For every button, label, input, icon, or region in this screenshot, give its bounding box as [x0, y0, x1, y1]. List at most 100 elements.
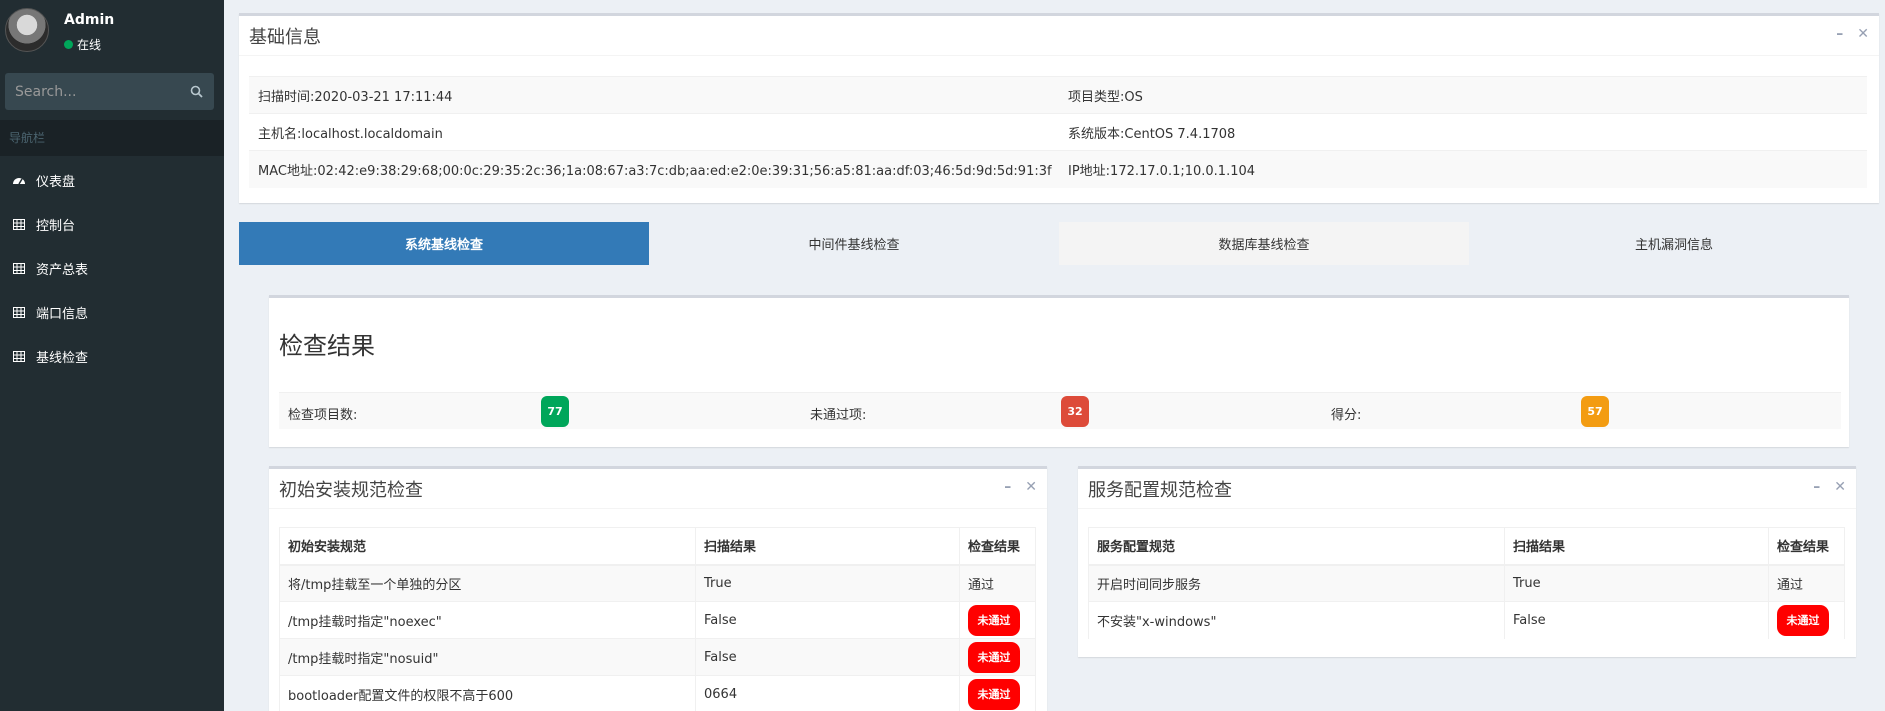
sidebar-item-baseline[interactable]: 基线检查 [0, 334, 224, 378]
column-header: 服务配置规范 [1088, 527, 1505, 566]
basic-info-box: 基础信息 – ✕ 扫描时间:2020-03-21 17:11:44 项目类型:O… [239, 13, 1879, 203]
fail-badge: 未通过 [968, 678, 1020, 710]
user-status: 在线 [64, 36, 101, 53]
column-header: 初始安装规范 [279, 527, 696, 566]
column-header: 检查结果 [1768, 527, 1845, 566]
close-icon[interactable]: ✕ [1857, 26, 1869, 42]
sidebar-item-assets[interactable]: 资产总表 [0, 246, 224, 290]
scan-result: True [1504, 564, 1769, 602]
box-tools: – ✕ [1836, 26, 1869, 42]
fail-badge: 未通过 [968, 604, 1020, 636]
basic-info-header: 基础信息 – ✕ [239, 16, 1879, 56]
nav-header: 导航栏 [0, 120, 224, 156]
scan-result: True [695, 564, 960, 602]
table-header-row: 服务配置规范 扫描结果 检查结果 [1088, 527, 1845, 566]
check-item: 将/tmp挂载至一个单独的分区 [279, 564, 696, 602]
install-check-table: 初始安装规范 扫描结果 检查结果 将/tmp挂载至一个单独的分区 True 通过… [279, 527, 1036, 711]
sidebar-item-label: 仪表盘 [36, 174, 76, 190]
sidebar-item-label: 控制台 [36, 218, 76, 234]
tab-database-baseline[interactable]: 数据库基线检查 [1059, 222, 1469, 265]
scan-result: False [695, 638, 960, 676]
avatar[interactable] [5, 8, 49, 52]
table-row: bootloader配置文件的权限不高于600 0664 未通过 [279, 675, 1036, 711]
check-status-pass: 通过 [959, 564, 1036, 602]
table-row: 不安装"x-windows" False 未通过 [1088, 601, 1845, 639]
check-item: 不安装"x-windows" [1088, 601, 1505, 639]
nav-list: 仪表盘 控制台 资产总表 端口信息 基线检查 [0, 158, 224, 378]
check-status-pass: 通过 [1768, 564, 1845, 602]
close-icon[interactable]: ✕ [1834, 479, 1846, 495]
tab-middleware-baseline[interactable]: 中间件基线检查 [649, 222, 1059, 265]
check-result-summary: 检查项目数: 77 未通过项: 32 得分: 57 [279, 392, 1841, 429]
table-row: 主机名:localhost.localdomain 系统版本:CentOS 7.… [249, 113, 1867, 151]
check-item: 开启时间同步服务 [1088, 564, 1505, 602]
score-label: 得分: [1331, 408, 1362, 423]
table-icon [12, 305, 26, 319]
mac-address: MAC地址:02:42:e9:38:29:68;00:0c:29:35:2c:3… [249, 150, 1059, 188]
scan-time: 扫描时间:2020-03-21 17:11:44 [249, 76, 1059, 114]
sidebar: Admin 在线 导航栏 仪表盘 控制台 资产总表 [0, 0, 224, 711]
table-icon [12, 261, 26, 275]
fail-badge: 未通过 [968, 641, 1020, 673]
basic-info-table: 扫描时间:2020-03-21 17:11:44 项目类型:OS 主机名:loc… [249, 76, 1867, 188]
scan-result: False [695, 601, 960, 639]
close-icon[interactable]: ✕ [1025, 479, 1037, 495]
collapse-icon[interactable]: – [1813, 479, 1820, 495]
table-icon [12, 217, 26, 231]
fail-badge: 未通过 [1777, 604, 1829, 636]
column-header: 扫描结果 [1504, 527, 1769, 566]
check-result-title: 检查结果 [279, 332, 375, 360]
check-item: bootloader配置文件的权限不高于600 [279, 675, 696, 711]
sidebar-search [5, 73, 214, 110]
search-icon[interactable] [189, 84, 204, 100]
scan-result: 0664 [695, 675, 960, 711]
table-row: /tmp挂载时指定"nosuid" False 未通过 [279, 638, 1036, 676]
sidebar-item-ports[interactable]: 端口信息 [0, 290, 224, 334]
check-result-box: 检查结果 检查项目数: 77 未通过项: 32 得分: 57 [269, 295, 1849, 447]
user-panel: Admin 在线 [0, 0, 224, 62]
user-name: Admin [64, 12, 115, 28]
online-status-icon [64, 40, 73, 49]
service-check-title: 服务配置规范检查 [1088, 479, 1232, 501]
project-type: 项目类型:OS [1059, 76, 1867, 114]
service-check-box: 服务配置规范检查 – ✕ 服务配置规范 扫描结果 检查结果 开启时间同步服务 T… [1078, 466, 1856, 657]
check-status-cell: 未通过 [959, 638, 1036, 676]
sidebar-item-label: 资产总表 [36, 262, 89, 278]
sidebar-item-console[interactable]: 控制台 [0, 202, 224, 246]
search-input[interactable] [15, 83, 189, 100]
install-check-header: 初始安装规范检查 – ✕ [269, 469, 1047, 509]
check-item: /tmp挂载时指定"noexec" [279, 601, 696, 639]
check-status-cell: 未通过 [1768, 601, 1845, 639]
ip-address: IP地址:172.17.0.1;10.0.1.104 [1059, 150, 1867, 188]
tab-host-vulnerability[interactable]: 主机漏洞信息 [1469, 222, 1879, 265]
score-badge: 57 [1581, 396, 1609, 427]
table-row: 开启时间同步服务 True 通过 [1088, 564, 1845, 602]
sidebar-item-dashboard[interactable]: 仪表盘 [0, 158, 224, 202]
box-tools: – ✕ [1813, 479, 1846, 495]
install-check-title: 初始安装规范检查 [279, 479, 423, 501]
tab-system-baseline[interactable]: 系统基线检查 [239, 222, 649, 265]
failed-items-badge: 32 [1061, 396, 1089, 427]
table-row: 扫描时间:2020-03-21 17:11:44 项目类型:OS [249, 76, 1867, 114]
collapse-icon[interactable]: – [1836, 26, 1843, 42]
os-version: 系统版本:CentOS 7.4.1708 [1059, 113, 1867, 151]
table-row: /tmp挂载时指定"noexec" False 未通过 [279, 601, 1036, 639]
check-item: /tmp挂载时指定"nosuid" [279, 638, 696, 676]
table-row: 将/tmp挂载至一个单独的分区 True 通过 [279, 564, 1036, 602]
hostname: 主机名:localhost.localdomain [249, 113, 1059, 151]
basic-info-title: 基础信息 [249, 26, 321, 48]
dashboard-icon [12, 173, 26, 187]
column-header: 检查结果 [959, 527, 1036, 566]
failed-items-label: 未通过项: [810, 408, 867, 423]
check-status-cell: 未通过 [959, 601, 1036, 639]
scan-result: False [1504, 601, 1769, 639]
box-tools: – ✕ [1004, 479, 1037, 495]
service-check-header: 服务配置规范检查 – ✕ [1078, 469, 1856, 509]
table-row: MAC地址:02:42:e9:38:29:68;00:0c:29:35:2c:3… [249, 150, 1867, 188]
collapse-icon[interactable]: – [1004, 479, 1011, 495]
table-header-row: 初始安装规范 扫描结果 检查结果 [279, 527, 1036, 566]
column-header: 扫描结果 [695, 527, 960, 566]
total-items-badge: 77 [541, 396, 569, 427]
service-check-table: 服务配置规范 扫描结果 检查结果 开启时间同步服务 True 通过 不安装"x-… [1088, 527, 1845, 639]
user-status-label: 在线 [77, 38, 102, 52]
